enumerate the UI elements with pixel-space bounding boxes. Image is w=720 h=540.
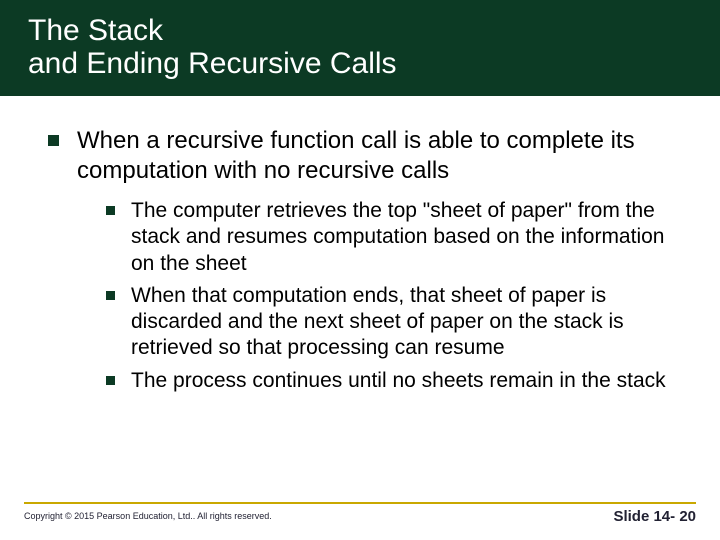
bullet-lvl2: The computer retrieves the top "sheet of… (106, 198, 680, 277)
square-bullet-icon (106, 291, 115, 300)
lvl2-list: The computer retrieves the top "sheet of… (106, 198, 680, 394)
slide-number: Slide 14- 20 (613, 508, 696, 525)
square-bullet-icon (106, 376, 115, 385)
bullet-lvl2: When that computation ends, that sheet o… (106, 283, 680, 362)
square-bullet-icon (106, 206, 115, 215)
slide: The Stack and Ending Recursive Calls Whe… (0, 0, 720, 540)
bullet-lvl2-text: The process continues until no sheets re… (131, 368, 666, 394)
content: When a recursive function call is able t… (0, 96, 720, 500)
title-line1: The Stack (28, 14, 692, 47)
title-line2: and Ending Recursive Calls (28, 47, 692, 80)
bullet-lvl2: The process continues until no sheets re… (106, 368, 680, 394)
bullet-lvl1-text: When a recursive function call is able t… (77, 126, 680, 186)
footer-rule (24, 502, 696, 504)
bullet-lvl1: When a recursive function call is able t… (48, 126, 680, 186)
square-bullet-icon (48, 135, 59, 146)
bullet-lvl2-text: When that computation ends, that sheet o… (131, 283, 680, 362)
footer: Copyright © 2015 Pearson Education, Ltd.… (0, 500, 720, 540)
bullet-lvl2-text: The computer retrieves the top "sheet of… (131, 198, 680, 277)
copyright: Copyright © 2015 Pearson Education, Ltd.… (24, 511, 272, 521)
title-bar: The Stack and Ending Recursive Calls (0, 0, 720, 96)
